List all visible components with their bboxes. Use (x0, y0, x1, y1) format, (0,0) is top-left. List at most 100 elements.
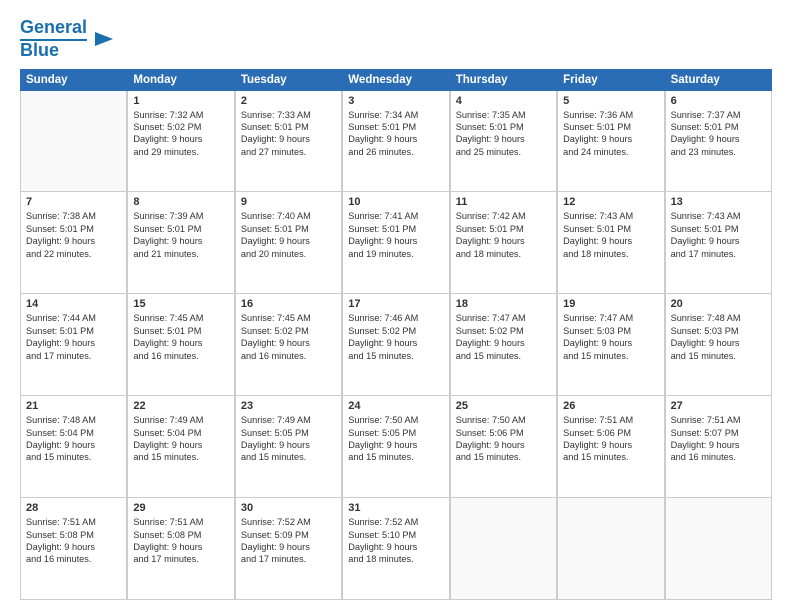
cell-info-line: Sunrise: 7:49 AM (133, 414, 228, 426)
cell-info-line: Sunrise: 7:36 AM (563, 109, 658, 121)
calendar-header-saturday: Saturday (665, 69, 772, 91)
cell-info-line: Sunrise: 7:50 AM (348, 414, 443, 426)
cell-info-line: Sunset: 5:01 PM (563, 121, 658, 133)
cell-info-line: and 15 minutes. (563, 451, 658, 463)
day-number: 9 (241, 196, 336, 208)
cell-info-line: Sunrise: 7:47 AM (563, 312, 658, 324)
cell-info-line: Sunset: 5:02 PM (241, 325, 336, 337)
day-number: 15 (133, 298, 228, 310)
calendar-header: SundayMondayTuesdayWednesdayThursdayFrid… (20, 69, 772, 91)
calendar-cell-empty-0-0 (20, 91, 127, 192)
cell-info-line: Sunrise: 7:35 AM (456, 109, 551, 121)
calendar-day-1: 1Sunrise: 7:32 AMSunset: 5:02 PMDaylight… (127, 91, 234, 192)
cell-info-line: Sunset: 5:01 PM (348, 121, 443, 133)
cell-info-line: Sunset: 5:04 PM (26, 427, 121, 439)
cell-info-line: Daylight: 9 hours (241, 337, 336, 349)
cell-info-line: and 18 minutes. (563, 248, 658, 260)
cell-info-line: and 17 minutes. (26, 350, 121, 362)
day-number: 3 (348, 95, 443, 107)
calendar-day-9: 9Sunrise: 7:40 AMSunset: 5:01 PMDaylight… (235, 192, 342, 293)
cell-info-line: and 29 minutes. (133, 146, 228, 158)
cell-info-line: Daylight: 9 hours (26, 337, 121, 349)
calendar-day-10: 10Sunrise: 7:41 AMSunset: 5:01 PMDayligh… (342, 192, 449, 293)
cell-info-line: and 22 minutes. (26, 248, 121, 260)
cell-info-line: and 19 minutes. (348, 248, 443, 260)
cell-info-line: Daylight: 9 hours (671, 337, 766, 349)
cell-info-line: Daylight: 9 hours (348, 541, 443, 553)
cell-info-line: Daylight: 9 hours (456, 439, 551, 451)
day-number: 17 (348, 298, 443, 310)
cell-info-line: Sunset: 5:02 PM (456, 325, 551, 337)
calendar-header-sunday: Sunday (20, 69, 127, 91)
cell-info-line: Daylight: 9 hours (563, 133, 658, 145)
cell-info-line: Sunset: 5:03 PM (671, 325, 766, 337)
day-number: 22 (133, 400, 228, 412)
cell-info-line: Sunset: 5:01 PM (26, 325, 121, 337)
cell-info-line: and 15 minutes. (26, 451, 121, 463)
cell-info-line: Sunset: 5:08 PM (133, 529, 228, 541)
calendar-day-26: 26Sunrise: 7:51 AMSunset: 5:06 PMDayligh… (557, 396, 664, 497)
day-number: 20 (671, 298, 766, 310)
cell-info-line: Sunrise: 7:45 AM (241, 312, 336, 324)
cell-info-line: Daylight: 9 hours (26, 439, 121, 451)
calendar-day-2: 2Sunrise: 7:33 AMSunset: 5:01 PMDaylight… (235, 91, 342, 192)
calendar-day-29: 29Sunrise: 7:51 AMSunset: 5:08 PMDayligh… (127, 498, 234, 599)
cell-info-line: Daylight: 9 hours (456, 133, 551, 145)
calendar-day-23: 23Sunrise: 7:49 AMSunset: 5:05 PMDayligh… (235, 396, 342, 497)
cell-info-line: Sunset: 5:01 PM (241, 223, 336, 235)
cell-info-line: Daylight: 9 hours (348, 337, 443, 349)
calendar-header-tuesday: Tuesday (235, 69, 342, 91)
cell-info-line: and 17 minutes. (241, 553, 336, 565)
cell-info-line: Daylight: 9 hours (348, 133, 443, 145)
calendar-day-4: 4Sunrise: 7:35 AMSunset: 5:01 PMDaylight… (450, 91, 557, 192)
cell-info-line: and 26 minutes. (348, 146, 443, 158)
day-number: 2 (241, 95, 336, 107)
cell-info-line: Sunset: 5:10 PM (348, 529, 443, 541)
day-number: 19 (563, 298, 658, 310)
cell-info-line: Sunrise: 7:48 AM (671, 312, 766, 324)
cell-info-line: Sunset: 5:01 PM (456, 121, 551, 133)
cell-info-line: Sunset: 5:05 PM (348, 427, 443, 439)
calendar-cell-empty-4-6 (665, 498, 772, 599)
calendar-cell-empty-4-4 (450, 498, 557, 599)
cell-info-line: Daylight: 9 hours (563, 439, 658, 451)
cell-info-line: Daylight: 9 hours (563, 337, 658, 349)
cell-info-line: Daylight: 9 hours (241, 541, 336, 553)
cell-info-line: Sunset: 5:01 PM (456, 223, 551, 235)
cell-info-line: Daylight: 9 hours (348, 439, 443, 451)
cell-info-line: Sunset: 5:03 PM (563, 325, 658, 337)
logo-arrow-icon (93, 28, 115, 50)
cell-info-line: Sunset: 5:01 PM (671, 121, 766, 133)
cell-info-line: Sunset: 5:07 PM (671, 427, 766, 439)
cell-info-line: and 18 minutes. (348, 553, 443, 565)
day-number: 11 (456, 196, 551, 208)
cell-info-line: and 16 minutes. (26, 553, 121, 565)
calendar-day-18: 18Sunrise: 7:47 AMSunset: 5:02 PMDayligh… (450, 294, 557, 395)
calendar-header-wednesday: Wednesday (342, 69, 449, 91)
calendar-body: 1Sunrise: 7:32 AMSunset: 5:02 PMDaylight… (20, 91, 772, 600)
cell-info-line: Daylight: 9 hours (456, 235, 551, 247)
cell-info-line: Sunrise: 7:42 AM (456, 210, 551, 222)
cell-info-line: Daylight: 9 hours (133, 439, 228, 451)
cell-info-line: Daylight: 9 hours (456, 337, 551, 349)
cell-info-line: and 15 minutes. (456, 350, 551, 362)
day-number: 27 (671, 400, 766, 412)
calendar-week-1: 1Sunrise: 7:32 AMSunset: 5:02 PMDaylight… (20, 91, 772, 193)
day-number: 18 (456, 298, 551, 310)
calendar-day-8: 8Sunrise: 7:39 AMSunset: 5:01 PMDaylight… (127, 192, 234, 293)
cell-info-line: Daylight: 9 hours (348, 235, 443, 247)
cell-info-line: Daylight: 9 hours (26, 235, 121, 247)
day-number: 1 (133, 95, 228, 107)
calendar-day-6: 6Sunrise: 7:37 AMSunset: 5:01 PMDaylight… (665, 91, 772, 192)
cell-info-line: and 15 minutes. (563, 350, 658, 362)
cell-info-line: Sunrise: 7:52 AM (348, 516, 443, 528)
calendar-header-thursday: Thursday (450, 69, 557, 91)
calendar-header-friday: Friday (557, 69, 664, 91)
cell-info-line: Sunrise: 7:41 AM (348, 210, 443, 222)
cell-info-line: and 15 minutes. (133, 451, 228, 463)
calendar-day-15: 15Sunrise: 7:45 AMSunset: 5:01 PMDayligh… (127, 294, 234, 395)
day-number: 21 (26, 400, 121, 412)
logo-text-line2: Blue (20, 41, 87, 61)
cell-info-line: Daylight: 9 hours (671, 235, 766, 247)
calendar-day-30: 30Sunrise: 7:52 AMSunset: 5:09 PMDayligh… (235, 498, 342, 599)
